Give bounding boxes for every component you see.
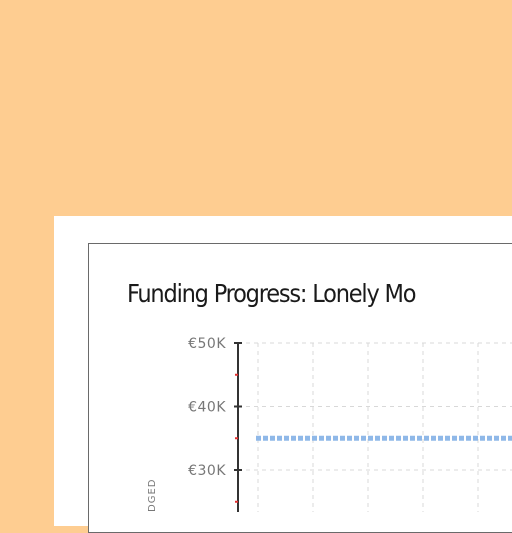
grid <box>238 342 512 512</box>
funding-chart: €30K €40K €50K Funding Progress: Lonely Mo… <box>127 279 512 512</box>
y-tick-label: €40K <box>188 400 226 416</box>
y-axis: €30K €40K €50K <box>188 336 242 512</box>
chart-title: Funding Progress: Lonely Mo <box>127 279 416 308</box>
y-tick-label: €50K <box>188 336 226 352</box>
y-axis-label: DGED <box>147 479 158 512</box>
y-tick-label: €30K <box>188 463 226 479</box>
